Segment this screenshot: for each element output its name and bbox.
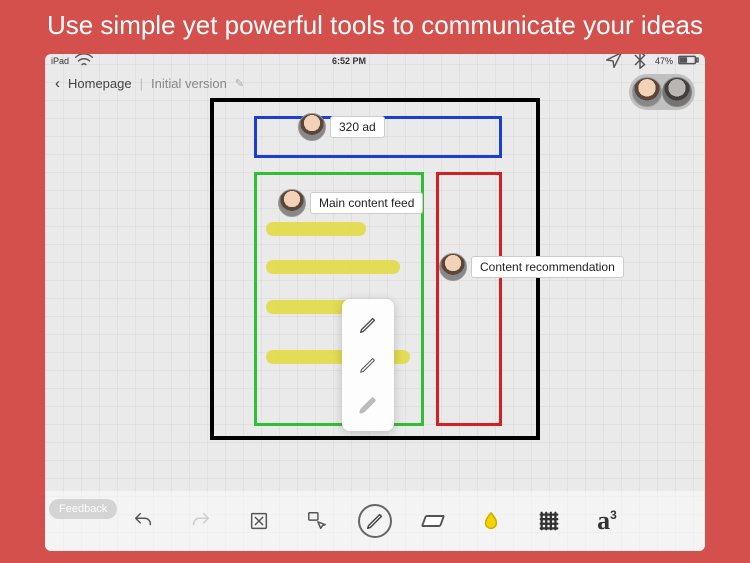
breadcrumb-version[interactable]: Initial version [151,76,227,91]
avatar [278,189,306,217]
grid-button[interactable] [532,504,566,538]
text-tool-icon: a3 [597,506,617,536]
highlight-stroke [266,260,400,274]
pen-option-marker[interactable] [342,385,394,425]
color-button[interactable] [474,504,508,538]
pen-type-popup [342,299,394,431]
callout-label: Content recommendation [471,256,624,278]
back-chevron-icon[interactable]: ‹ [55,75,60,92]
ipad-screenshot: iPad 6:52 PM 47% ‹ Homepage | Initial ve… [45,54,705,551]
marketing-banner: Use simple yet powerful tools to communi… [0,0,750,49]
status-battery: 47% [655,56,673,66]
clear-button[interactable] [242,504,276,538]
avatar [439,253,467,281]
select-hand-button[interactable] [300,504,334,538]
bluetooth-icon [629,54,651,73]
callout-label: 320 ad [330,116,385,138]
pen-option-pencil[interactable] [342,305,394,345]
status-carrier: iPad [51,56,69,66]
ios-status-bar: iPad 6:52 PM 47% [45,54,705,68]
callout-main[interactable]: Main content feed [278,189,423,217]
pen-option-pen[interactable] [342,345,394,385]
callout-label: Main content feed [310,192,423,214]
battery-icon [677,54,699,73]
highlight-stroke [266,222,366,236]
rename-icon[interactable]: ✎ [235,77,244,90]
location-icon [603,54,625,73]
redo-button[interactable] [184,504,218,538]
wireframe-sidebar [436,172,502,426]
breadcrumb-sep: | [140,76,143,91]
avatar [298,113,326,141]
undo-button[interactable] [126,504,160,538]
text-tool-button[interactable]: a3 [590,504,624,538]
eraser-button[interactable] [416,504,450,538]
bottom-toolbar: a3 [45,491,705,551]
callout-ad[interactable]: 320 ad [298,113,385,141]
draw-pencil-button[interactable] [358,504,392,538]
wifi-icon [73,54,95,73]
breadcrumb-home[interactable]: Homepage [68,76,132,91]
eraser-icon [421,515,445,527]
callout-rec[interactable]: Content recommendation [439,253,624,281]
status-time: 6:52 PM [332,56,366,66]
drawing-canvas[interactable]: 320 ad Main content feed Content recomme… [45,98,705,491]
